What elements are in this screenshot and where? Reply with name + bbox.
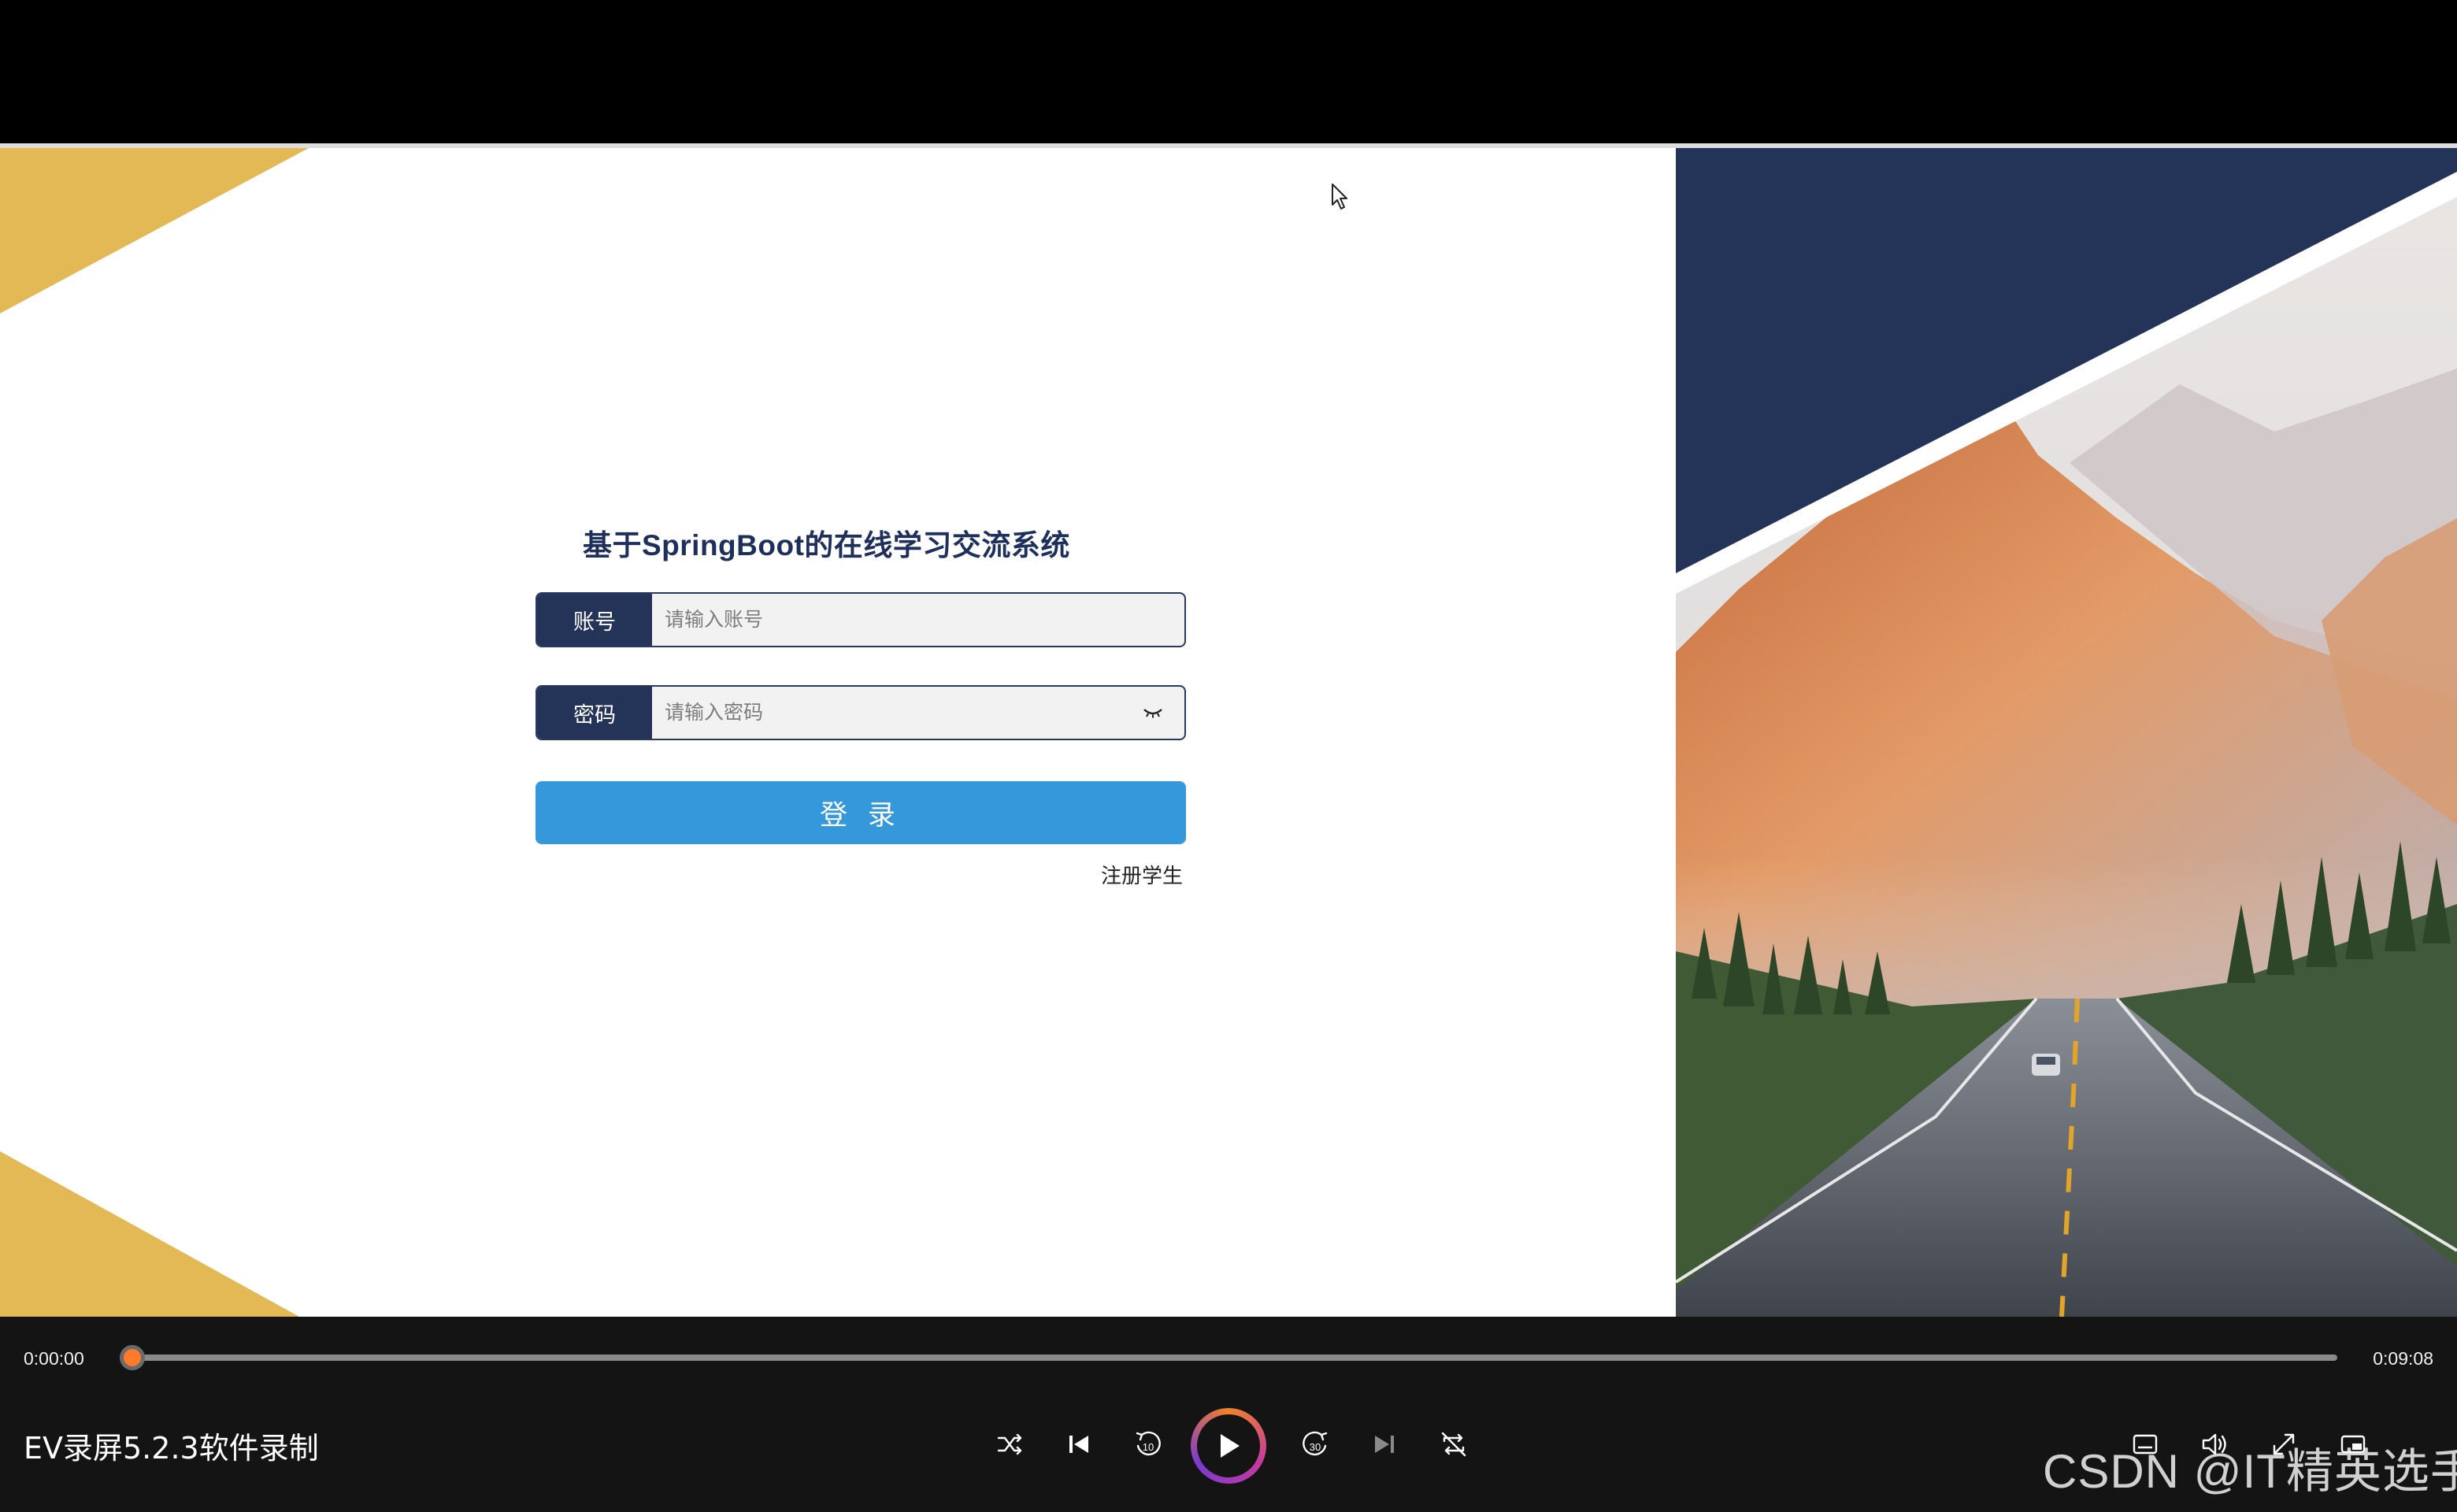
rewind-10-icon: 10 <box>1136 1431 1161 1456</box>
previous-icon <box>1069 1436 1088 1453</box>
mouse-cursor-icon <box>1332 183 1347 209</box>
top-black-bar <box>0 0 2457 143</box>
shuffle-button[interactable] <box>988 1422 1032 1466</box>
shuffle-icon <box>997 1433 1022 1455</box>
play-button[interactable] <box>1191 1408 1266 1484</box>
progress-track[interactable] <box>126 1354 2337 1361</box>
svg-text:30: 30 <box>1310 1441 1321 1453</box>
rewind-10-button[interactable]: 10 <box>1126 1422 1170 1466</box>
svg-text:10: 10 <box>1143 1441 1154 1453</box>
media-player-bar: 0:00:00 0:09:08 EV录屏5.2.3软件录制 10 30 CSDN… <box>0 1317 2457 1512</box>
register-student-link[interactable]: 注册学生 <box>1101 860 1183 889</box>
recorder-title: EV录屏5.2.3软件录制 <box>24 1431 319 1466</box>
account-input[interactable] <box>652 594 1184 646</box>
password-input[interactable] <box>652 687 1121 739</box>
next-button[interactable] <box>1362 1422 1406 1466</box>
repeat-button[interactable] <box>1432 1422 1476 1466</box>
repeat-off-icon <box>1441 1432 1466 1457</box>
account-label: 账号 <box>537 594 652 646</box>
forward-30-button[interactable]: 30 <box>1293 1422 1337 1466</box>
account-field-row: 账号 <box>536 592 1186 647</box>
password-label: 密码 <box>537 687 652 739</box>
current-time: 0:00:00 <box>24 1348 84 1369</box>
video-frame: 基于SpringBoot的在线学习交流系统 账号 密码 登 录 注册学生 <box>0 143 2457 1317</box>
gold-corner-top <box>0 148 309 313</box>
gold-corner-bottom <box>0 1151 299 1317</box>
csdn-watermark: CSDN @IT精英选手 <box>2043 1445 2457 1498</box>
show-password-toggle[interactable] <box>1121 687 1184 739</box>
play-icon <box>1221 1434 1240 1458</box>
progress-thumb[interactable] <box>120 1345 145 1370</box>
previous-button[interactable] <box>1057 1422 1101 1466</box>
next-icon <box>1375 1436 1394 1453</box>
login-button[interactable]: 登 录 <box>536 781 1186 844</box>
landscape-panel <box>1676 148 2457 1317</box>
forward-30-icon: 30 <box>1303 1431 1328 1456</box>
closed-eye-icon <box>1143 709 1162 718</box>
password-field-row: 密码 <box>536 685 1186 740</box>
total-time: 0:09:08 <box>2373 1348 2433 1369</box>
system-title: 基于SpringBoot的在线学习交流系统 <box>583 529 1070 561</box>
play-button-inner <box>1197 1414 1260 1477</box>
